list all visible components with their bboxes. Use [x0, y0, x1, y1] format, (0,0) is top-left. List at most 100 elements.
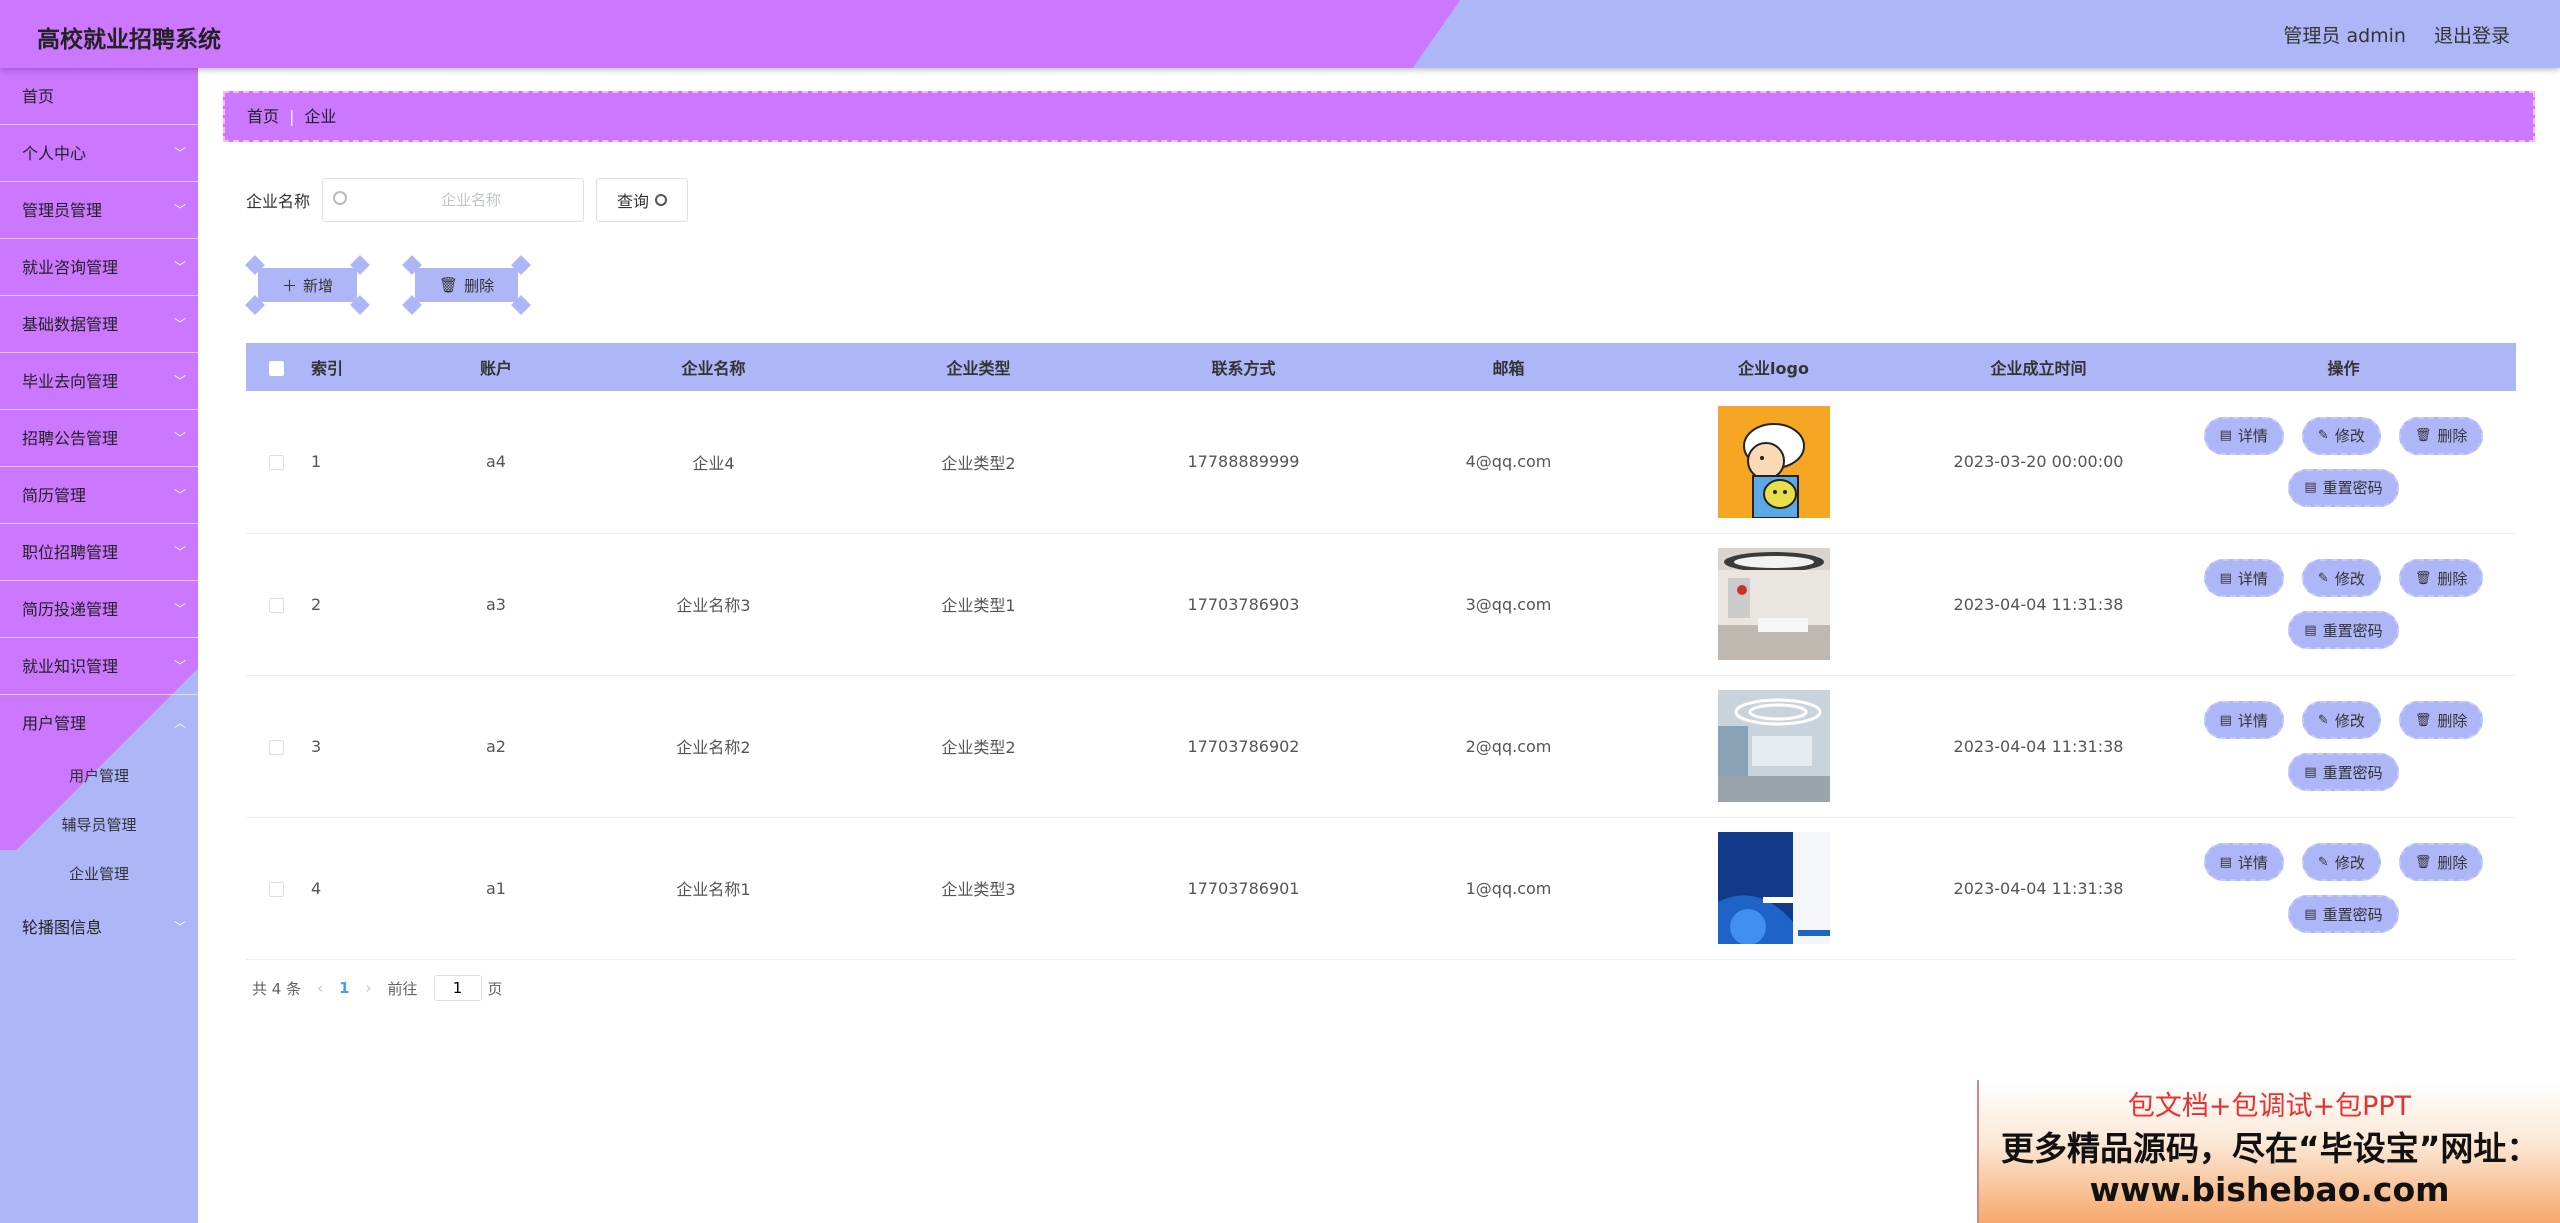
cell-actions: ▤ 详情 ✎ 修改 🗑 删除 ▤ 重置密码 — [2171, 533, 2516, 676]
row-checkbox[interactable] — [268, 455, 284, 471]
prev-page-icon[interactable]: ‹ — [317, 979, 323, 997]
sidebar-item-label: 用户管理 — [22, 714, 87, 733]
reset-password-label: 重置密码 — [2322, 479, 2383, 498]
cell-account: a4 — [411, 391, 581, 534]
sidebar-item-job-recruit[interactable]: 职位招聘管理 ﹀ — [0, 524, 198, 581]
breadcrumb-home[interactable]: 首页 — [247, 107, 279, 126]
sidebar-item-basic-data[interactable]: 基础数据管理 ﹀ — [0, 296, 198, 353]
row-actions: ▤ 详情 ✎ 修改 🗑 删除 ▤ 重置密码 — [2194, 416, 2494, 507]
cell-logo — [1641, 675, 1906, 818]
reset-password-button[interactable]: ▤ 重置密码 — [2288, 753, 2399, 791]
enterprise-logo-image[interactable] — [1717, 405, 1830, 518]
sidebar-item-admin-management[interactable]: 管理员管理 ﹀ — [0, 182, 198, 239]
search-box — [322, 178, 585, 222]
header-user-area: 管理员 admin 退出登录 — [2283, 21, 2510, 48]
sidebar-subitem-counselor[interactable]: 辅导员管理 — [0, 801, 198, 850]
sidebar-item-personal-center[interactable]: 个人中心 ﹀ — [0, 125, 198, 182]
cell-email: 1@qq.com — [1376, 817, 1641, 960]
edit-label: 修改 — [2334, 427, 2365, 446]
delete-button[interactable]: 🗑 删除 — [2398, 416, 2484, 455]
sidebar-item-label: 就业咨询管理 — [22, 258, 119, 277]
chevron-down-icon: ﹀ — [173, 146, 186, 160]
cell-account: a3 — [411, 533, 581, 676]
document-icon: ▤ — [2304, 764, 2317, 780]
detail-button[interactable]: ▤ 详情 — [2203, 416, 2284, 455]
search-label: 企业名称 — [246, 192, 311, 211]
delete-button[interactable]: 🗑 删除 — [2398, 559, 2484, 597]
table-header-row: 索引 账户 企业名称 企业类型 联系方式 邮箱 企业logo 企业成立时间 操作 — [246, 343, 2516, 391]
detail-button[interactable]: ▤ 详情 — [2203, 559, 2284, 597]
edit-button[interactable]: ✎ 修改 — [2301, 701, 2381, 739]
query-button-label: 查询 — [617, 192, 650, 211]
header-actions: 操作 — [2171, 343, 2516, 391]
delete-button[interactable]: 🗑 删除 — [2398, 701, 2484, 739]
enterprise-logo-image[interactable] — [1717, 832, 1830, 944]
enterprise-logo-image[interactable] — [1717, 690, 1830, 802]
sidebar-item-resume-delivery[interactable]: 简历投递管理 ﹀ — [0, 581, 198, 638]
edit-icon: ✎ — [2317, 428, 2329, 444]
delete-label: 删除 — [2437, 853, 2468, 872]
table-row: 1 a4 企业4 企业类型2 17788889999 4@qq.com 2023… — [246, 391, 2516, 534]
sidebar-item-label: 招聘公告管理 — [22, 429, 119, 448]
sidebar-subitem-enterprise[interactable]: 企业管理 — [0, 850, 198, 899]
page-number[interactable]: 1 — [339, 979, 349, 997]
table-row: 3 a2 企业名称2 企业类型2 17703786902 2@qq.com 20… — [246, 675, 2516, 818]
batch-delete-button[interactable]: 🗑 删除 — [402, 255, 531, 315]
cell-name: 企业名称3 — [581, 533, 846, 676]
row-checkbox[interactable] — [268, 881, 284, 897]
cell-founded: 2023-03-20 00:00:00 — [1906, 391, 2171, 534]
sidebar-item-resume[interactable]: 简历管理 ﹀ — [0, 467, 198, 524]
trash-icon: 🗑 — [439, 276, 459, 294]
sidebar-item-label: 首页 — [22, 87, 55, 106]
reset-password-button[interactable]: ▤ 重置密码 — [2288, 895, 2399, 933]
sidebar-item-recruit-notice[interactable]: 招聘公告管理 ﹀ — [0, 410, 198, 467]
reset-password-button[interactable]: ▤ 重置密码 — [2288, 468, 2399, 507]
sidebar-subitem-user[interactable]: 用户管理 — [0, 752, 198, 801]
sidebar-item-label: 职位招聘管理 — [22, 543, 119, 562]
row-checkbox-cell — [246, 675, 306, 818]
edit-icon: ✎ — [2317, 570, 2329, 586]
next-page-icon[interactable]: › — [366, 979, 372, 997]
edit-button[interactable]: ✎ 修改 — [2301, 843, 2381, 881]
table-row: 4 a1 企业名称1 企业类型3 17703786901 1@qq.com 20… — [246, 817, 2516, 960]
search-input[interactable] — [323, 179, 584, 221]
enterprise-logo-image[interactable] — [1717, 548, 1830, 660]
sidebar-item-user-management[interactable]: 用户管理 ︿ — [0, 695, 198, 752]
cell-actions: ▤ 详情 ✎ 修改 🗑 删除 ▤ 重置密码 — [2171, 675, 2516, 818]
search-icon — [333, 191, 348, 205]
goto-page-input[interactable] — [433, 975, 482, 1001]
row-checkbox[interactable] — [268, 597, 284, 613]
search-row: 企业名称 查询 — [246, 178, 689, 222]
edit-button[interactable]: ✎ 修改 — [2301, 416, 2381, 455]
reset-password-button[interactable]: ▤ 重置密码 — [2288, 611, 2399, 649]
detail-button[interactable]: ▤ 详情 — [2203, 843, 2284, 881]
sidebar-item-consult-management[interactable]: 就业咨询管理 ﹀ — [0, 239, 198, 296]
breadcrumb: 首页 | 企业 — [223, 91, 2535, 142]
select-all-checkbox[interactable] — [268, 360, 284, 376]
sidebar-item-graduate-destination[interactable]: 毕业去向管理 ﹀ — [0, 353, 198, 410]
sidebar-item-knowledge[interactable]: 就业知识管理 ﹀ — [0, 638, 198, 695]
logout-link[interactable]: 退出登录 — [2434, 21, 2510, 48]
ad-line-2: 更多精品源码，尽在“毕设宝”网址： — [2001, 1129, 2540, 1168]
chevron-down-icon: ﹀ — [173, 545, 186, 559]
sidebar-item-home[interactable]: 首页 — [0, 68, 198, 125]
edit-button[interactable]: ✎ 修改 — [2301, 559, 2381, 597]
row-checkbox[interactable] — [268, 739, 284, 755]
enterprise-table: 索引 账户 企业名称 企业类型 联系方式 邮箱 企业logo 企业成立时间 操作… — [246, 343, 2516, 960]
cell-account: a1 — [411, 817, 581, 960]
cell-actions: ▤ 详情 ✎ 修改 🗑 删除 ▤ 重置密码 — [2171, 817, 2516, 960]
trash-icon: 🗑 — [2414, 854, 2432, 870]
sidebar-item-carousel[interactable]: 轮播图信息 ﹀ — [0, 899, 198, 956]
edit-icon: ✎ — [2317, 712, 2329, 728]
delete-button-label: 删除 — [464, 276, 495, 295]
chevron-down-icon: ﹀ — [173, 488, 186, 502]
detail-button[interactable]: ▤ 详情 — [2203, 701, 2284, 739]
search-icon — [655, 194, 668, 206]
add-button[interactable]: ＋ 新增 — [245, 255, 370, 315]
reset-password-label: 重置密码 — [2322, 621, 2383, 640]
delete-button[interactable]: 🗑 删除 — [2398, 843, 2484, 881]
cell-actions: ▤ 详情 ✎ 修改 🗑 删除 ▤ 重置密码 — [2171, 391, 2516, 534]
query-button[interactable]: 查询 — [596, 178, 689, 222]
document-icon: ▤ — [2304, 622, 2317, 638]
document-icon: ▤ — [2304, 480, 2317, 496]
